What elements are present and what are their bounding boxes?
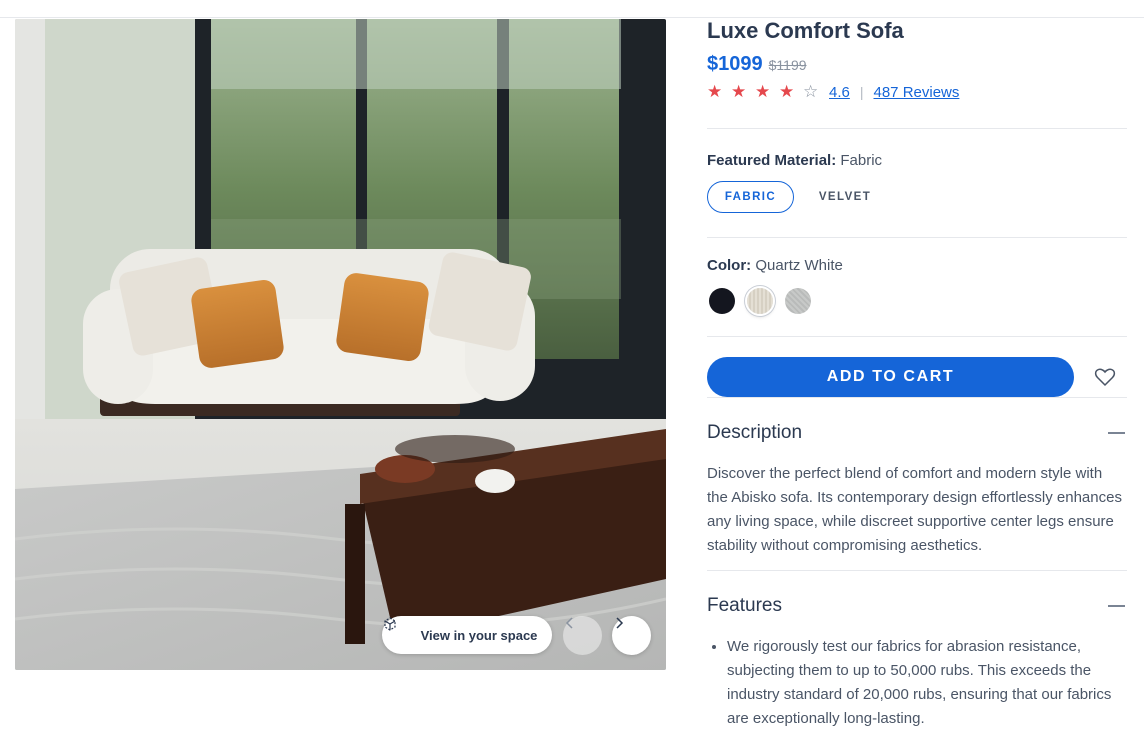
material-option-velvet[interactable]: VELVET: [808, 181, 882, 213]
product-image-gallery[interactable]: View in your space: [15, 19, 666, 670]
star-filled-icon: ★: [779, 82, 795, 101]
color-swatch-quartz-white[interactable]: [747, 288, 773, 314]
rating-separator: |: [859, 84, 864, 100]
feature-item: We rigorously test our fabrics for abras…: [727, 635, 1127, 731]
description-accordion-header[interactable]: Description: [707, 422, 1127, 444]
price-row: $1099 $1199: [707, 53, 807, 76]
gallery-next-button[interactable]: [612, 616, 651, 655]
star-empty-icon: ☆: [803, 82, 819, 101]
star-filled-icon: ★: [707, 82, 723, 101]
color-swatch-navy[interactable]: [709, 288, 735, 314]
star-filled-icon: ★: [731, 82, 747, 101]
material-label: Featured Material: Fabric: [707, 152, 882, 169]
view-in-space-label: View in your space: [420, 627, 538, 643]
heart-icon: [1094, 368, 1116, 387]
description-text: Discover the perfect blend of comfort an…: [707, 465, 1122, 554]
chevron-left-icon: [565, 617, 573, 629]
color-label: Color: Quartz White: [707, 257, 843, 274]
sale-price: $1099: [707, 53, 763, 75]
original-price: $1199: [768, 57, 807, 73]
material-label-key: Featured Material:: [707, 152, 837, 169]
material-option-fabric[interactable]: FABRIC: [707, 181, 794, 213]
description-heading: Description: [707, 422, 803, 443]
product-title: Luxe Comfort Sofa: [707, 18, 904, 43]
rating-value-link[interactable]: 4.6: [829, 84, 850, 101]
material-selected: Fabric: [840, 152, 883, 169]
product-photo: [15, 19, 666, 670]
divider: [707, 237, 1127, 238]
chevron-right-icon: [616, 617, 624, 629]
view-in-space-button[interactable]: View in your space: [382, 616, 552, 654]
color-selected: Quartz White: [755, 257, 843, 274]
wishlist-button[interactable]: [1093, 365, 1117, 389]
star-filled-icon: ★: [755, 82, 771, 101]
divider: [707, 397, 1127, 398]
gallery-prev-button[interactable]: [563, 616, 602, 655]
add-to-cart-button[interactable]: ADD TO CART: [707, 357, 1074, 397]
collapse-minus-icon: [1108, 605, 1125, 607]
collapse-minus-icon: [1108, 432, 1125, 434]
rating-row: ★ ★ ★ ★ ☆ 4.6 | 487 Reviews: [707, 82, 959, 102]
reviews-link[interactable]: 487 Reviews: [874, 84, 960, 101]
star-rating: ★ ★ ★ ★ ☆: [707, 82, 827, 102]
features-accordion-header[interactable]: Features: [707, 595, 1127, 617]
header-divider: [0, 17, 1144, 18]
ar-cube-icon: [384, 617, 413, 643]
features-heading: Features: [707, 595, 782, 616]
divider: [707, 336, 1127, 337]
divider: [707, 570, 1127, 571]
color-label-key: Color:: [707, 257, 752, 274]
features-list: We rigorously test our fabrics for abras…: [727, 635, 1127, 731]
divider: [707, 128, 1127, 129]
color-swatch-grey[interactable]: [785, 288, 811, 314]
